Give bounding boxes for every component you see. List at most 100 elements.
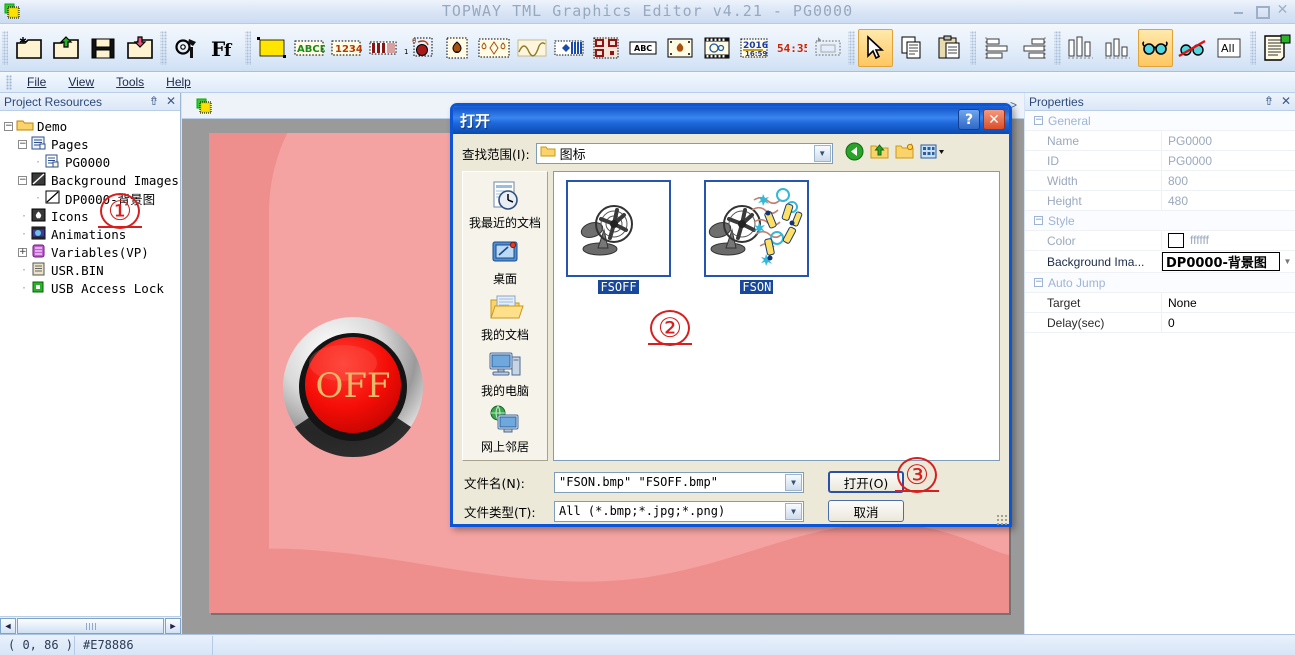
chevron-down-icon[interactable]: ▼ bbox=[785, 473, 802, 491]
file-list[interactable]: FSOFF FSON bbox=[553, 171, 1000, 461]
icon-object-icon[interactable] bbox=[439, 29, 474, 67]
help-button[interactable]: ? bbox=[958, 109, 980, 130]
filetype-select[interactable]: All (*.bmp;*.jpg;*.png) ▼ bbox=[554, 500, 804, 522]
pin-icon[interactable]: ⇮ bbox=[1264, 94, 1274, 108]
tree-node-pages[interactable]: − Pages bbox=[4, 135, 178, 153]
show-preview-icon[interactable] bbox=[1137, 28, 1173, 67]
tree-node-background-images[interactable]: − Background Images bbox=[4, 171, 179, 189]
toolbar-grip-5[interactable] bbox=[969, 30, 977, 65]
new-folder-icon[interactable] bbox=[895, 142, 914, 164]
up-one-level-icon[interactable] bbox=[870, 142, 889, 164]
tree-node-variables[interactable]: + Variables(VP) bbox=[4, 243, 178, 261]
place-my-computer[interactable]: 我的电脑 bbox=[463, 345, 547, 401]
qrcode-icon[interactable] bbox=[588, 29, 623, 67]
scroll-left-button[interactable]: ◄ bbox=[0, 617, 16, 634]
background-image-combo[interactable]: DP0000-背景图 ▼ bbox=[1162, 252, 1295, 272]
menu-item-tools[interactable]: Tools bbox=[105, 73, 155, 91]
minimize-button[interactable] bbox=[1232, 4, 1245, 17]
tree-node-animations[interactable]: · Animations bbox=[4, 225, 178, 243]
chevron-down-icon[interactable]: ▼ bbox=[1280, 252, 1295, 271]
open-file-icon[interactable] bbox=[48, 29, 83, 67]
hide-preview-icon[interactable] bbox=[1175, 29, 1210, 67]
new-file-icon[interactable] bbox=[11, 29, 46, 67]
scroll-right-button[interactable]: ► bbox=[165, 617, 181, 634]
expander-variables[interactable]: + bbox=[18, 247, 27, 257]
close-button[interactable]: ✕ bbox=[1276, 3, 1289, 17]
multi-icon-icon[interactable] bbox=[476, 29, 512, 67]
close-icon[interactable]: ✕ bbox=[166, 94, 176, 108]
resize-grip[interactable] bbox=[996, 514, 1007, 525]
number-display-icon[interactable]: 1234 bbox=[328, 29, 363, 67]
tree-node-icons[interactable]: · Icons bbox=[4, 207, 178, 225]
collapse-general-icon[interactable]: − bbox=[1034, 116, 1043, 125]
bargraph-icon[interactable] bbox=[365, 29, 400, 67]
collapse-style-icon[interactable]: − bbox=[1034, 216, 1043, 225]
cancel-button[interactable]: 取消 bbox=[828, 500, 904, 522]
color-swatch[interactable] bbox=[1168, 233, 1184, 249]
maximize-button[interactable] bbox=[1254, 4, 1270, 19]
ascii-text-icon[interactable]: ABCD bbox=[291, 29, 326, 67]
button-icon[interactable]: 0 1 bbox=[402, 29, 437, 67]
property-row-background-image[interactable]: Background Ima... DP0000-背景图 ▼ bbox=[1025, 251, 1295, 273]
align-bottom-icon[interactable] bbox=[1101, 29, 1136, 67]
property-value-color-cell[interactable]: ffffff bbox=[1162, 233, 1209, 249]
close-icon[interactable]: ✕ bbox=[1281, 94, 1291, 108]
toolbar-grip[interactable] bbox=[2, 30, 9, 65]
menu-item-help[interactable]: Help bbox=[155, 73, 202, 91]
fan-on-thumbnail[interactable] bbox=[704, 180, 810, 277]
tree-node-dp0000[interactable]: · DP0000-背景图 bbox=[4, 189, 178, 207]
tree-node-demo[interactable]: − Demo bbox=[4, 117, 178, 135]
look-in-combo[interactable]: 图标 ▼ bbox=[535, 142, 833, 164]
toolbar-grip-4[interactable] bbox=[848, 30, 855, 65]
chevron-down-icon[interactable]: ▼ bbox=[813, 144, 831, 162]
property-group-style[interactable]: − Style bbox=[1025, 211, 1295, 231]
place-my-documents[interactable]: 我的文档 bbox=[463, 289, 547, 345]
property-row-width[interactable]: Width 800 bbox=[1025, 170, 1295, 191]
animation-icon[interactable] bbox=[699, 29, 734, 67]
expander-background-images[interactable]: − bbox=[18, 175, 27, 185]
property-row-color[interactable]: Color ffffff bbox=[1025, 230, 1295, 251]
window-controls[interactable]: ✕ bbox=[1232, 3, 1289, 19]
fan-off-thumbnail[interactable] bbox=[566, 180, 671, 277]
collapse-auto-jump-icon[interactable]: − bbox=[1034, 278, 1043, 287]
property-row-height[interactable]: Height 480 bbox=[1025, 190, 1295, 211]
place-recent-documents[interactable]: 我最近的文档 bbox=[463, 177, 547, 233]
property-group-general[interactable]: − General bbox=[1025, 111, 1295, 131]
scroll-thumb[interactable] bbox=[17, 617, 164, 634]
settings-tools-icon[interactable] bbox=[170, 29, 205, 67]
timer-icon[interactable]: 54:35 bbox=[773, 29, 808, 67]
touch-area-icon[interactable] bbox=[810, 29, 845, 67]
place-network[interactable]: 网上邻居 bbox=[463, 401, 547, 457]
property-group-auto-jump[interactable]: − Auto Jump bbox=[1025, 273, 1295, 293]
property-row-name[interactable]: Name PG0000 bbox=[1025, 130, 1295, 151]
select-arrow-icon[interactable] bbox=[857, 28, 893, 67]
copy-icon[interactable] bbox=[895, 29, 930, 67]
back-icon[interactable] bbox=[845, 142, 864, 164]
file-item-fson[interactable]: FSON bbox=[700, 180, 813, 294]
open-file-dialog[interactable]: 打开 ? ✕ 查找范围(I): 图标 ▼ 我最近的文档 桌面 我的文档 我的电脑… bbox=[450, 103, 1012, 527]
save-icon[interactable] bbox=[85, 29, 120, 67]
all-icon[interactable]: All bbox=[1212, 29, 1247, 67]
align-left-icon[interactable] bbox=[979, 29, 1014, 67]
expander-pages[interactable]: − bbox=[18, 139, 27, 149]
views-icon[interactable] bbox=[920, 142, 946, 164]
chevron-down-icon[interactable]: ▼ bbox=[785, 502, 802, 520]
menubar-grip[interactable] bbox=[6, 74, 12, 90]
distribute-h-icon[interactable] bbox=[1064, 29, 1099, 67]
clock-icon[interactable]: 2016 16:59 bbox=[736, 29, 771, 67]
rectangle-shape-icon[interactable] bbox=[254, 29, 289, 67]
place-desktop[interactable]: 桌面 bbox=[463, 233, 547, 289]
align-right-icon[interactable] bbox=[1016, 29, 1051, 67]
toolbar-grip-7[interactable] bbox=[1249, 30, 1256, 65]
paste-icon[interactable] bbox=[932, 29, 967, 67]
menu-item-view[interactable]: View bbox=[57, 73, 105, 91]
toolbar-grip-2[interactable] bbox=[160, 30, 167, 65]
off-button-graphic[interactable]: OFF bbox=[281, 315, 425, 459]
tree-node-usb-access-lock[interactable]: · USB Access Lock bbox=[4, 279, 178, 297]
project-panel-hscrollbar[interactable]: ◄ ► bbox=[0, 616, 181, 634]
property-row-target[interactable]: Target None bbox=[1025, 292, 1295, 313]
dialog-close-button[interactable]: ✕ bbox=[983, 109, 1005, 130]
import-icon[interactable] bbox=[122, 29, 157, 67]
curve-icon[interactable] bbox=[514, 29, 549, 67]
pin-icon[interactable]: ⇮ bbox=[149, 94, 159, 108]
